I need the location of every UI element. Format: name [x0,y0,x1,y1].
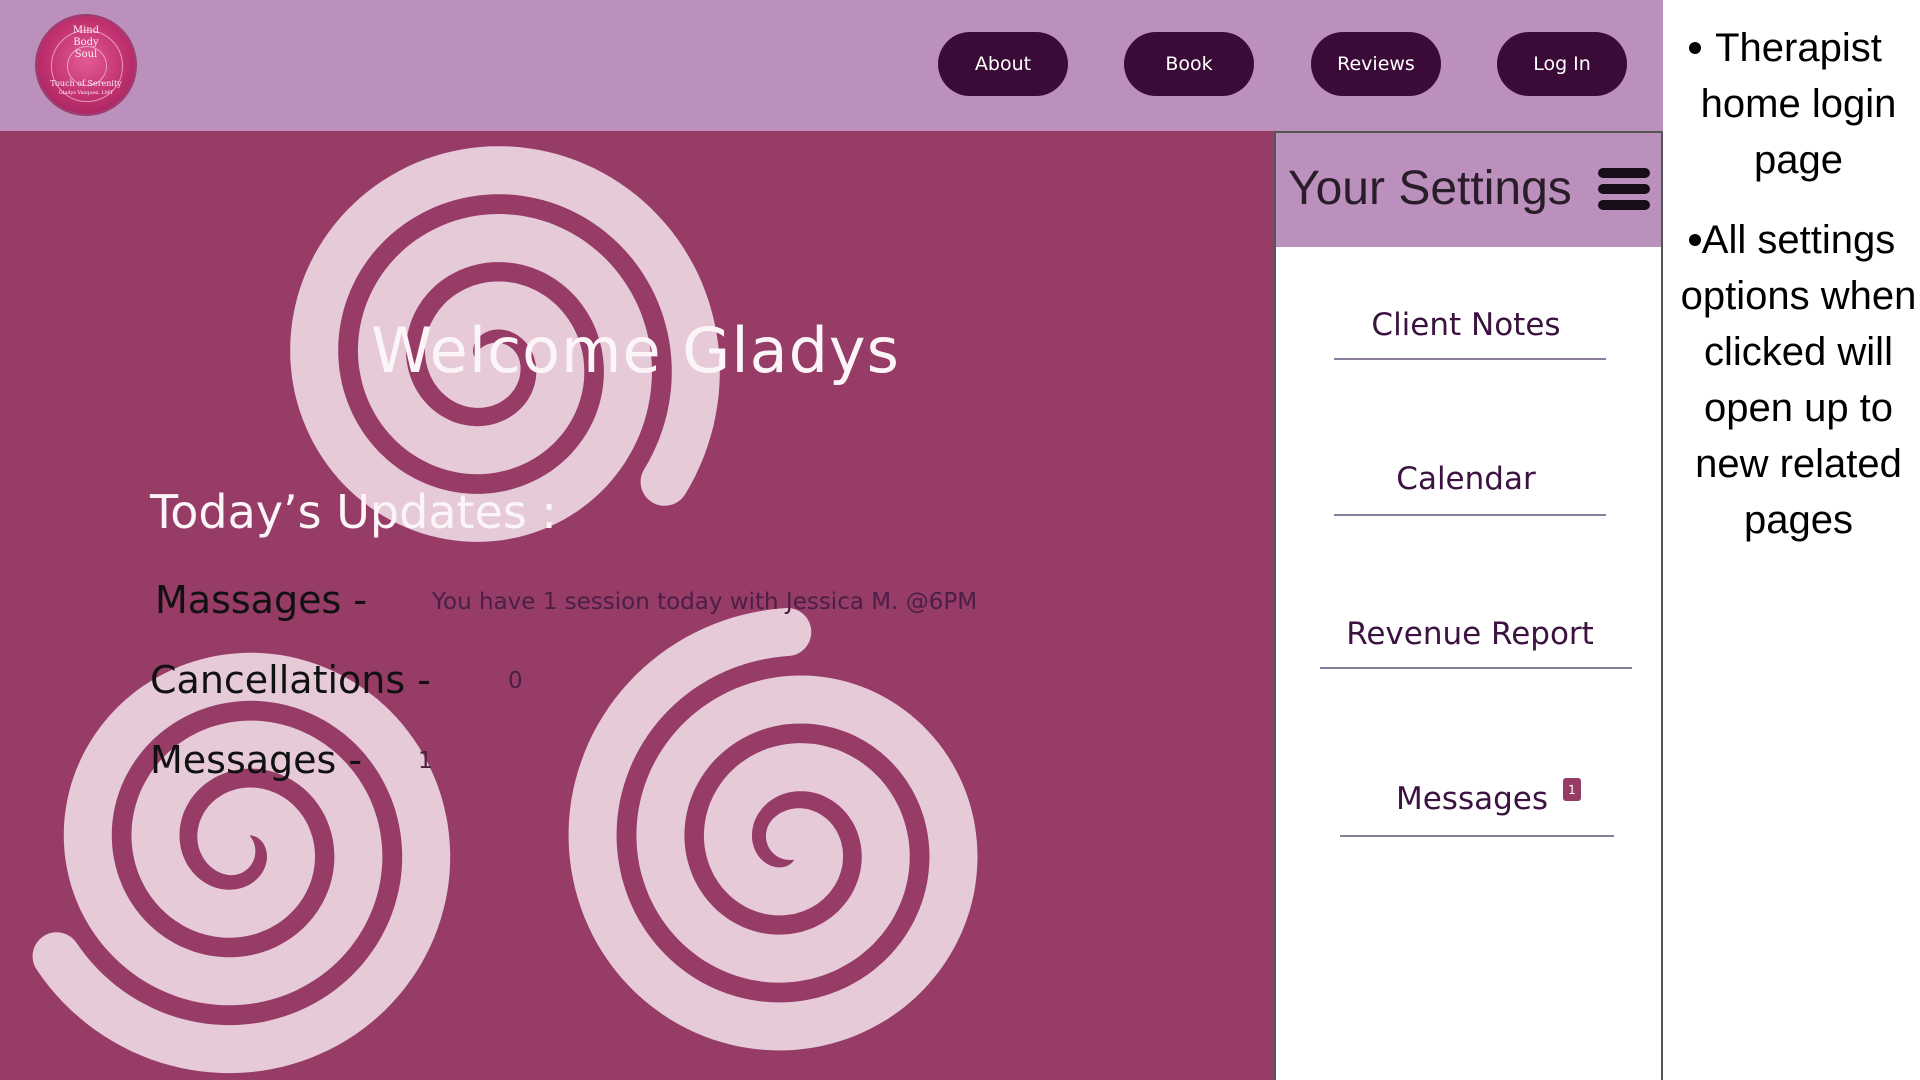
revenue-report-link[interactable]: Revenue Report [1320,616,1620,652]
bullet-icon [1689,42,1701,54]
revenue-report-underline [1320,667,1632,669]
welcome-area: Welcome Gladys Today’s Updates : Massage… [0,131,1274,1080]
client-notes-link[interactable]: Client Notes [1334,307,1598,343]
client-notes-underline [1334,358,1606,360]
cancellations-value: 0 [508,668,523,694]
messages-count-badge: 1 [1563,778,1581,801]
app-window: Mind Body Soul Touch of Serenity Gladys … [0,0,1663,1080]
book-button[interactable]: Book [1124,32,1254,96]
messages-label: Messages - [150,738,363,782]
massages-value: You have 1 session today with Jessica M.… [432,589,978,615]
reviews-button[interactable]: Reviews [1311,32,1441,96]
bullet-icon [1689,234,1701,246]
messages-underline [1340,835,1614,837]
logo-text-line: Gladys Vazquez, LMT [58,90,114,96]
note-item: Therapist home login page [1677,20,1920,188]
top-navbar: Mind Body Soul Touch of Serenity Gladys … [0,0,1663,131]
logo-text-line: Body [73,37,99,48]
note-text: All settings options when clicked will o… [1680,218,1917,542]
settings-panel: Your Settings [1274,131,1663,1080]
note-text: Therapist home login page [1700,26,1897,182]
log-in-button[interactable]: Log In [1497,32,1627,96]
about-button[interactable]: About [938,32,1068,96]
annotation-notes: Therapist home login page All settings o… [1663,0,1920,1080]
messages-value: 1 [418,748,433,774]
note-item: All settings options when clicked will o… [1677,212,1920,548]
logo-text-line: Mind [72,25,100,36]
settings-title: Your Settings [1288,162,1572,215]
cancellations-label: Cancellations - [150,658,431,702]
hamburger-menu-icon[interactable] [1598,168,1650,210]
calendar-underline [1334,514,1606,516]
todays-updates-heading: Today’s Updates : [150,485,557,539]
logo-text-line: Touch of Serenity [50,79,122,88]
settings-header: Your Settings [1276,133,1661,247]
brand-logo[interactable]: Mind Body Soul Touch of Serenity Gladys … [37,16,135,114]
logo-text-line: Soul [74,49,98,60]
calendar-link[interactable]: Calendar [1334,461,1598,497]
massages-label: Massages - [155,578,368,622]
welcome-heading: Welcome Gladys [371,314,900,387]
